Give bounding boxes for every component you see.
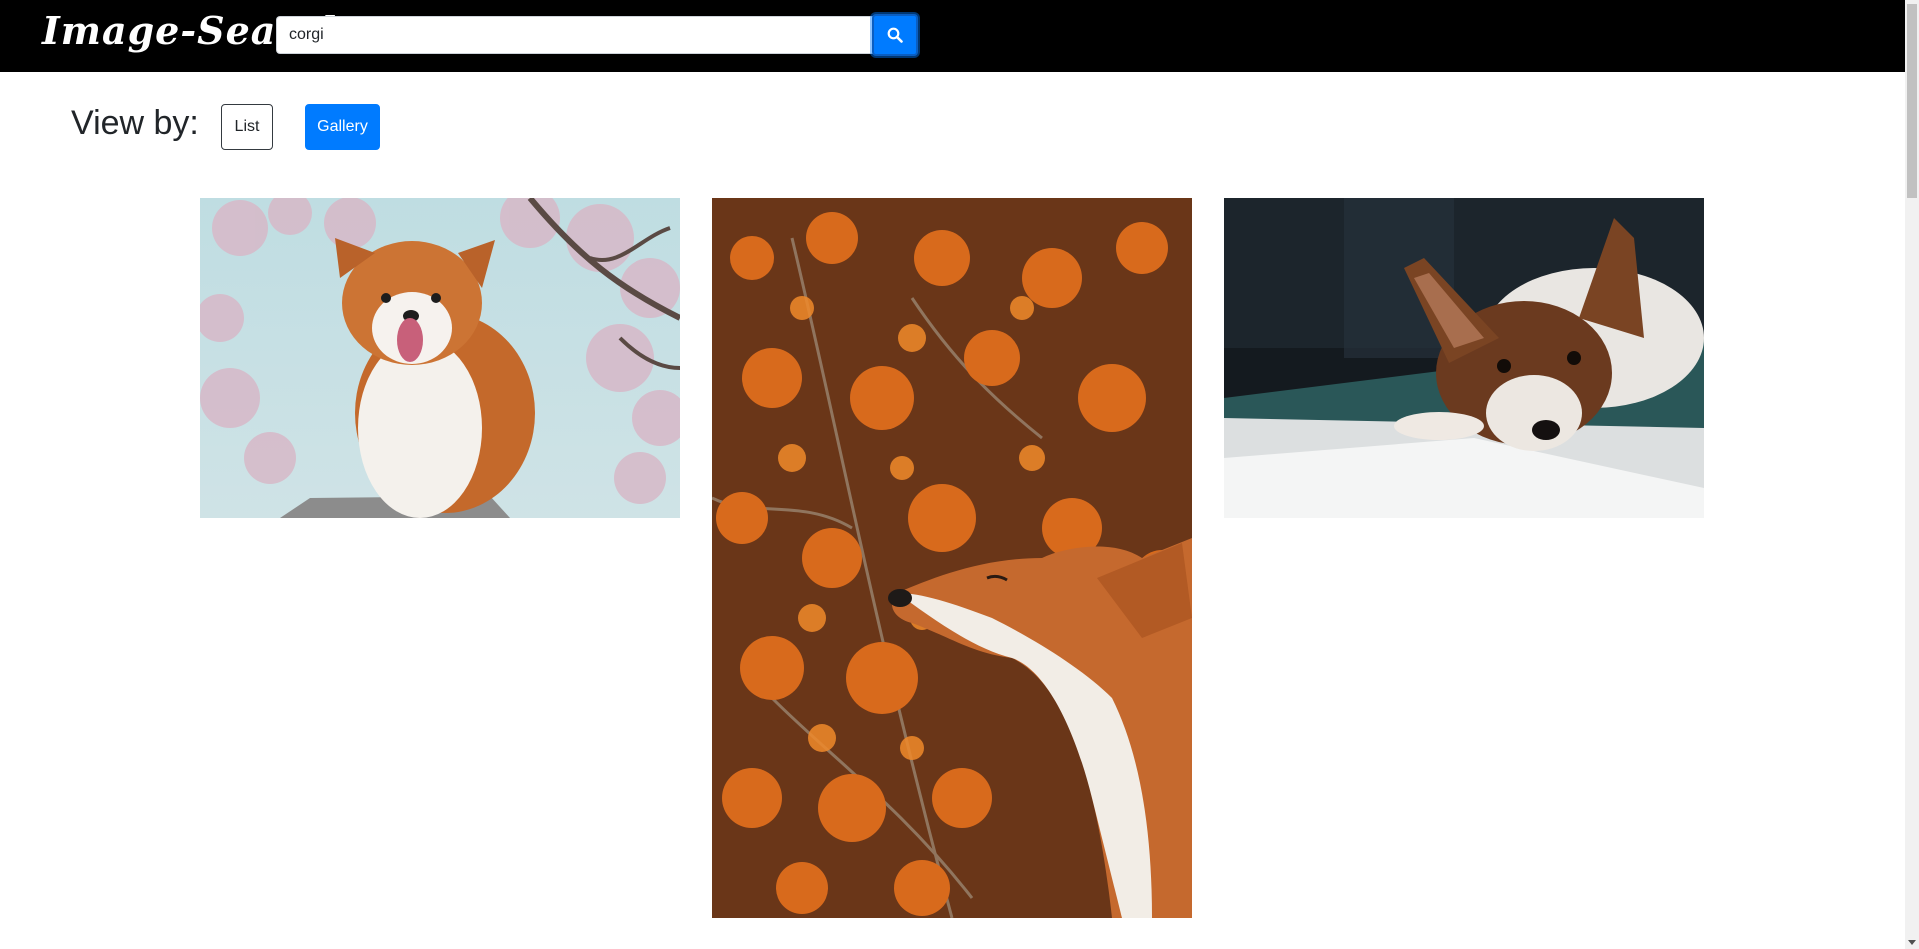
gallery-view-button[interactable]: Gallery <box>305 104 380 150</box>
page-scrollbar[interactable] <box>1905 0 1919 949</box>
gallery-image-1[interactable] <box>200 198 680 518</box>
corgi-berries-image <box>712 198 1192 918</box>
gallery-image-2[interactable] <box>712 198 1192 918</box>
search-button[interactable] <box>872 14 918 56</box>
list-view-button[interactable]: List <box>221 104 273 150</box>
view-by-label: View by: <box>71 104 199 142</box>
corgi-blossom-image <box>200 198 680 518</box>
scroll-down-arrow-icon[interactable] <box>1908 940 1916 945</box>
corgi-sunlight-image <box>1224 198 1704 518</box>
gallery-image-3[interactable] <box>1224 198 1704 518</box>
search-icon <box>887 27 903 43</box>
top-navbar: Image-Search <box>0 0 1905 72</box>
search-input[interactable] <box>276 16 874 54</box>
scrollbar-thumb[interactable] <box>1907 4 1917 198</box>
